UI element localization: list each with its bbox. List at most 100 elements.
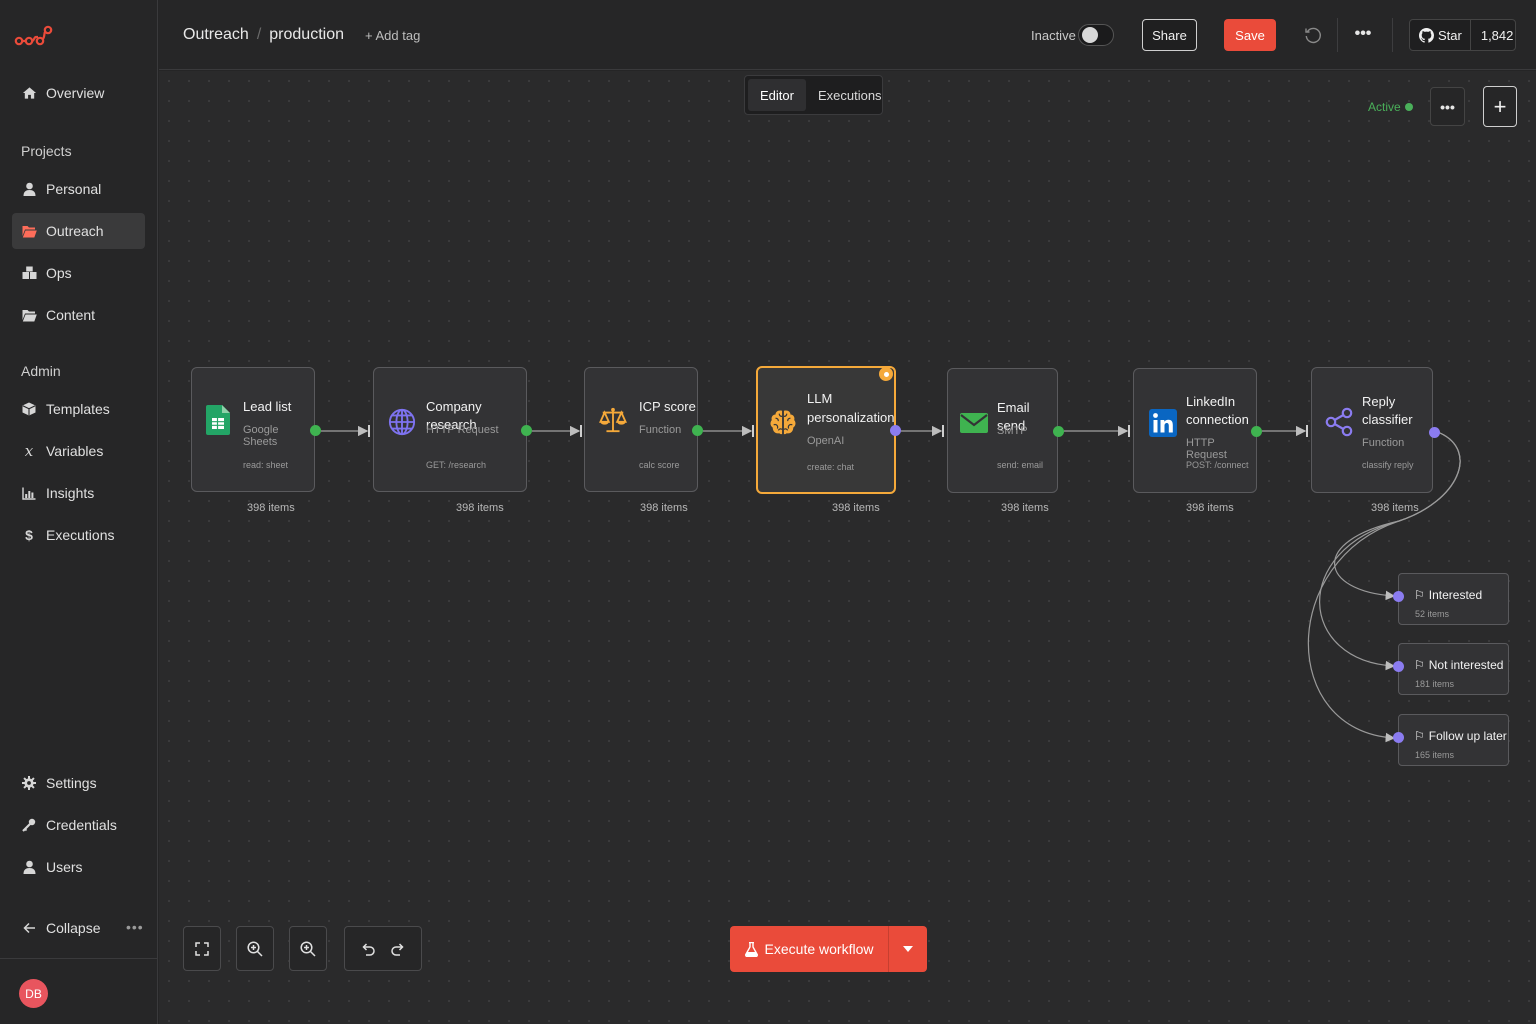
branch-count: 181 items: [1415, 679, 1455, 689]
sidebar-item-ops[interactable]: Ops: [12, 255, 145, 291]
fit-view-button[interactable]: [183, 926, 221, 971]
sidebar: Overview Projects Personal Outreach Ops …: [0, 0, 158, 1024]
workflow-name[interactable]: production: [269, 26, 344, 44]
output-port[interactable]: [310, 425, 321, 436]
branch-label: ⚐ Not interested: [1414, 658, 1503, 672]
scale-icon: [599, 406, 627, 434]
node-title-line2: classifier: [1362, 412, 1413, 427]
sidebar-item-content[interactable]: Content: [12, 297, 145, 333]
redo-icon[interactable]: [391, 942, 405, 956]
pinned-indicator-icon[interactable]: [879, 367, 893, 381]
node-title-line2: personalization: [807, 410, 895, 425]
sidebar-item-outreach[interactable]: Outreach: [12, 213, 145, 249]
node-lead-list[interactable]: Lead list Google Sheets read: sheet: [191, 367, 315, 492]
node-company-research[interactable]: Company research HTTP Request GET: /rese…: [373, 367, 527, 492]
input-port[interactable]: [1393, 732, 1404, 743]
sidebar-item-credentials[interactable]: Credentials: [12, 807, 145, 843]
add-node-button[interactable]: +: [1483, 86, 1517, 127]
sidebar-item-insights[interactable]: Insights: [12, 475, 145, 511]
fullscreen-icon: [195, 941, 209, 956]
zoom-out-button[interactable]: [289, 926, 327, 971]
output-port[interactable]: [1053, 426, 1064, 437]
undo-icon[interactable]: [361, 942, 375, 956]
branch-title: Follow up later: [1428, 729, 1507, 743]
folder-open-icon: [21, 223, 37, 239]
github-star-button[interactable]: Star 1,842: [1409, 19, 1516, 51]
node-subtitle: Function: [1362, 437, 1405, 449]
node-email-send[interactable]: Email send SMTP send: email: [947, 368, 1058, 493]
activate-toggle[interactable]: [1078, 24, 1114, 46]
branch-icon: ⚐: [1414, 588, 1425, 602]
node-title: Reply: [1362, 394, 1396, 409]
branch-interested[interactable]: ⚐ Interested 52 items: [1398, 573, 1509, 625]
workflow-canvas[interactable]: Lead list Google Sheets read: sheet 398 …: [159, 71, 1536, 1024]
key-icon: [21, 817, 37, 833]
caret-down-icon: [903, 946, 913, 952]
node-subtitle: HTTP Request: [1186, 437, 1227, 461]
items-count: 398 items: [640, 502, 688, 514]
user-icon: [21, 181, 37, 197]
node-parameter: create: chat: [807, 462, 855, 472]
tab-editor[interactable]: Editor: [748, 79, 806, 111]
execute-options-button[interactable]: [889, 926, 927, 972]
items-count: 398 items: [1186, 502, 1234, 514]
sidebar-item-label: Settings: [46, 775, 97, 791]
output-port[interactable]: [692, 425, 703, 436]
node-icp-score[interactable]: ICP score Function calc score: [584, 367, 698, 492]
sidebar-item-executions[interactable]: $ Executions: [12, 517, 145, 553]
breadcrumb-project[interactable]: Outreach: [183, 26, 249, 44]
tab-executions[interactable]: Executions: [806, 79, 894, 111]
save-button[interactable]: Save: [1224, 19, 1276, 51]
node-linkedin-connection[interactable]: LinkedIn connection HTTP Request POST: /…: [1133, 368, 1257, 493]
collapse-more-icon[interactable]: •••: [126, 919, 144, 935]
zoom-in-button[interactable]: [236, 926, 274, 971]
items-count: 398 items: [1371, 502, 1419, 514]
user-icon: [21, 859, 37, 875]
breadcrumb-separator: /: [256, 26, 262, 43]
sidebar-item-templates[interactable]: Templates: [12, 391, 145, 427]
items-count: 398 items: [247, 502, 295, 514]
avatar[interactable]: DB: [19, 979, 48, 1008]
branch-label: ⚐ Follow up later: [1414, 729, 1507, 743]
boxes-icon: [21, 265, 37, 281]
output-port[interactable]: [1251, 426, 1262, 437]
node-parameter: POST: /connect: [1186, 460, 1249, 470]
sidebar-item-settings[interactable]: Settings: [12, 765, 145, 801]
sidebar-item-personal[interactable]: Personal: [12, 171, 145, 207]
sidebar-item-users[interactable]: Users: [12, 849, 145, 885]
execute-main[interactable]: Execute workflow: [730, 926, 889, 972]
branch-not-interested[interactable]: ⚐ Not interested 181 items: [1398, 643, 1509, 695]
sidebar-item-label: Personal: [46, 181, 102, 197]
breadcrumb: Outreach / production: [183, 26, 344, 44]
sidebar-item-label: Overview: [46, 85, 105, 101]
output-port[interactable]: [1429, 427, 1440, 438]
share-button[interactable]: Share: [1142, 19, 1197, 51]
node-reply-classifier[interactable]: Reply classifier Function classify reply: [1311, 367, 1433, 493]
active-status-label: Inactive: [1031, 28, 1076, 43]
branch-follow-up-later[interactable]: ⚐ Follow up later 165 items: [1398, 714, 1509, 766]
input-port[interactable]: [1393, 591, 1404, 602]
add-tag-button[interactable]: + Add tag: [365, 28, 420, 43]
variable-icon: 𝑥: [24, 442, 34, 460]
sidebar-item-overview[interactable]: Overview: [12, 75, 145, 111]
node-parameter: send: email: [997, 460, 1044, 470]
n8n-logo-icon[interactable]: [14, 24, 54, 50]
projects-heading: Projects: [21, 143, 72, 159]
output-port[interactable]: [890, 425, 901, 436]
node-parameter: classify reply: [1362, 460, 1414, 470]
execute-workflow-button[interactable]: Execute workflow: [730, 926, 927, 972]
items-count: 398 items: [832, 502, 880, 514]
dollar-icon: $: [25, 527, 33, 543]
input-port[interactable]: [1393, 661, 1404, 672]
zoom-out-icon: [300, 940, 316, 957]
more-options-icon[interactable]: •••: [1351, 22, 1375, 46]
node-llm-personalization[interactable]: LLM personalization OpenAI create: chat: [756, 366, 896, 494]
flask-icon: [744, 941, 758, 957]
divider: [1392, 18, 1393, 52]
node-subtitle: SMTP: [997, 425, 1028, 437]
sidebar-item-variables[interactable]: 𝑥 Variables: [12, 433, 145, 469]
sidebar-item-label: Ops: [46, 265, 72, 281]
history-icon[interactable]: [1303, 25, 1323, 45]
output-port[interactable]: [521, 425, 532, 436]
canvas-more-button[interactable]: •••: [1430, 87, 1465, 126]
